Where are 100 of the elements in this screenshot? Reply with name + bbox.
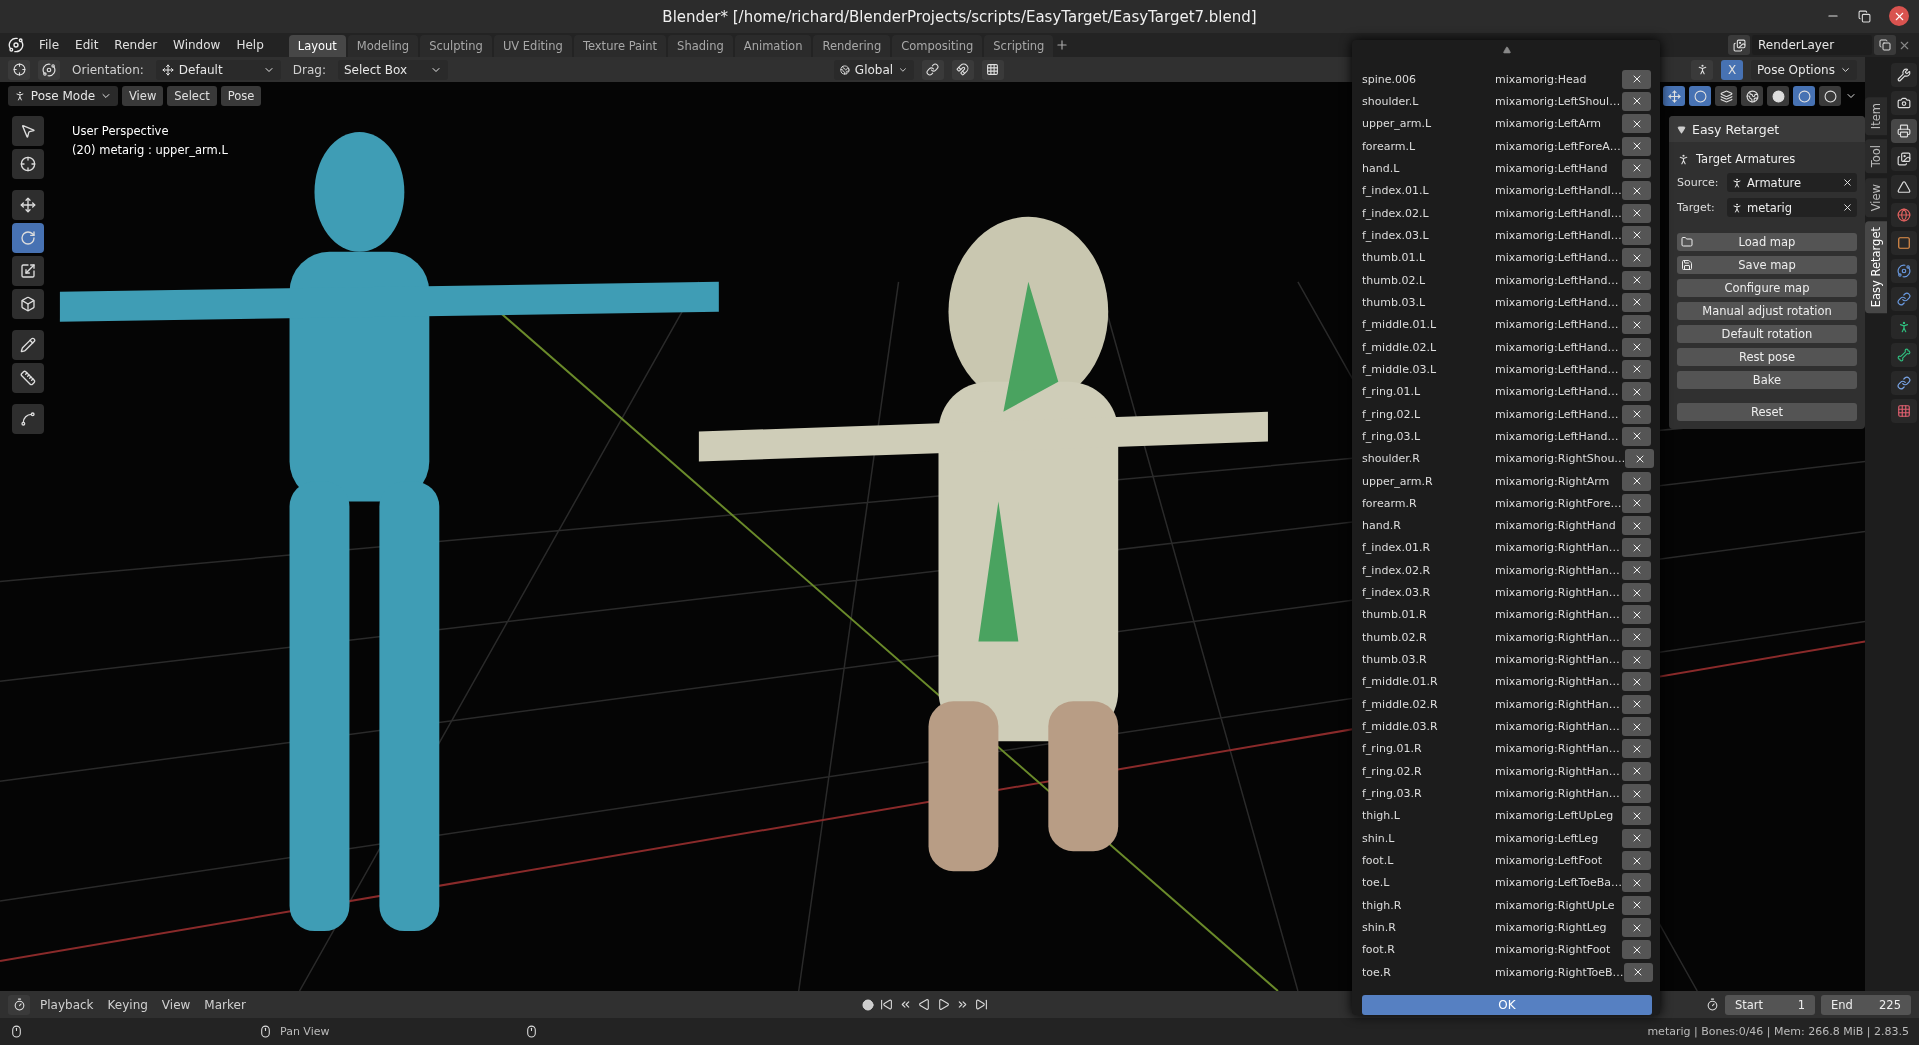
snap-button[interactable]: [952, 59, 974, 80]
properties-tab[interactable]: [1891, 343, 1917, 367]
remove-button[interactable]: [1622, 404, 1651, 424]
tool-button[interactable]: [12, 363, 44, 393]
remove-button[interactable]: [1622, 136, 1651, 156]
remove-button[interactable]: [1622, 784, 1651, 804]
workspace-tab[interactable]: UV Editing: [493, 35, 572, 57]
remove-button[interactable]: [1622, 292, 1651, 312]
mirror-button[interactable]: [1691, 59, 1713, 80]
remove-button[interactable]: [1622, 158, 1651, 178]
panel-button[interactable]: Reset: [1677, 403, 1857, 421]
restore-icon[interactable]: [1858, 9, 1871, 23]
xray-toggle[interactable]: [1715, 86, 1737, 106]
remove-button[interactable]: [1622, 560, 1651, 580]
armature-field[interactable]: Armature: [1727, 173, 1857, 192]
workspace-tab[interactable]: Animation: [734, 35, 812, 57]
jump-start-icon[interactable]: [879, 998, 893, 1011]
properties-tab[interactable]: [1891, 315, 1917, 339]
scroll-up-icon[interactable]: [1503, 46, 1511, 54]
mode-dropdown[interactable]: Pose Mode: [8, 86, 118, 106]
app-logo-icon[interactable]: [8, 37, 24, 53]
remove-button[interactable]: [1622, 605, 1651, 625]
properties-tab[interactable]: [1891, 147, 1917, 171]
orbit-button[interactable]: [38, 59, 60, 80]
clock-icon[interactable]: [1706, 998, 1719, 1011]
tool-button[interactable]: [8, 59, 30, 80]
workspace-tab[interactable]: Shading: [668, 35, 733, 57]
menu-item[interactable]: File: [32, 38, 67, 52]
remove-button[interactable]: [1622, 315, 1651, 335]
shading-button[interactable]: [1793, 86, 1815, 106]
remove-button[interactable]: [1622, 382, 1651, 402]
remove-button[interactable]: [1622, 717, 1651, 737]
add-icon[interactable]: [1055, 38, 1070, 52]
properties-tab[interactable]: [1891, 91, 1917, 115]
tool-button[interactable]: [12, 289, 44, 319]
remove-button[interactable]: [1622, 203, 1651, 223]
panel-button[interactable]: Bake: [1677, 371, 1857, 389]
remove-button[interactable]: [1622, 270, 1651, 290]
remove-button[interactable]: [1622, 359, 1651, 379]
remove-button[interactable]: [1622, 895, 1651, 915]
remove-button[interactable]: [1622, 828, 1651, 848]
remove-button[interactable]: [1622, 739, 1651, 759]
workspace-tab[interactable]: Layout: [288, 35, 346, 57]
remove-button[interactable]: [1622, 538, 1651, 558]
view-layer-field[interactable]: RenderLayer: [1752, 35, 1872, 55]
orientation-dropdown[interactable]: Default: [155, 59, 281, 80]
shading-button[interactable]: [1741, 86, 1763, 106]
remove-button[interactable]: [1622, 918, 1651, 938]
remove-button[interactable]: [1622, 225, 1651, 245]
remove-button[interactable]: [1625, 449, 1655, 469]
remove-button[interactable]: [1622, 248, 1651, 268]
sidebar-tab[interactable]: Item: [1865, 97, 1887, 136]
workspace-tab[interactable]: Texture Paint: [573, 35, 667, 57]
remove-button[interactable]: [1622, 69, 1651, 89]
properties-tab[interactable]: [1891, 371, 1917, 395]
remove-button[interactable]: [1622, 583, 1651, 603]
remove-button[interactable]: [1622, 806, 1651, 826]
remove-button[interactable]: [1622, 761, 1651, 781]
snap-grid-button[interactable]: [982, 59, 1004, 80]
panel-header[interactable]: Easy Retarget: [1669, 116, 1865, 142]
gizmo-toggle[interactable]: [1663, 86, 1685, 106]
remove-button[interactable]: [1622, 181, 1651, 201]
drag-dropdown[interactable]: Select Box: [338, 59, 448, 80]
sidebar-tab[interactable]: Easy Retarget: [1865, 220, 1887, 314]
workspace-tab[interactable]: Compositing: [892, 35, 983, 57]
panel-button[interactable]: Rest pose: [1677, 348, 1857, 366]
properties-tab[interactable]: [1891, 287, 1917, 311]
timeline-menu[interactable]: Keying: [103, 997, 152, 1012]
panel-button[interactable]: Default rotation: [1677, 325, 1857, 343]
sidebar-tab[interactable]: Tool: [1865, 139, 1887, 174]
remove-button[interactable]: [1622, 851, 1651, 871]
editor-type-button[interactable]: [8, 994, 30, 1015]
end-frame-field[interactable]: End 225: [1821, 994, 1911, 1015]
remove-button[interactable]: [1622, 940, 1651, 960]
properties-tab[interactable]: [1891, 119, 1917, 143]
workspace-tab[interactable]: Scripting: [984, 35, 1054, 57]
remove-button[interactable]: [1622, 694, 1651, 714]
ok-button[interactable]: OK: [1362, 995, 1652, 1016]
remove-button[interactable]: [1622, 516, 1651, 536]
remove-button[interactable]: [1622, 337, 1651, 357]
tool-button[interactable]: [12, 149, 44, 179]
remove-button[interactable]: [1622, 426, 1651, 446]
properties-tab[interactable]: [1891, 259, 1917, 283]
menu-item[interactable]: Edit: [68, 38, 106, 52]
start-frame-field[interactable]: Start 1: [1725, 994, 1815, 1015]
remove-button[interactable]: [1622, 471, 1651, 491]
properties-tab[interactable]: [1891, 231, 1917, 255]
timeline-menu[interactable]: Marker: [200, 997, 250, 1012]
jump-end-icon[interactable]: [974, 998, 988, 1011]
x-mirror-toggle[interactable]: X: [1721, 59, 1743, 80]
record-icon[interactable]: [861, 998, 874, 1011]
tool-button[interactable]: [12, 190, 44, 220]
menu-item[interactable]: Window: [166, 38, 228, 52]
properties-tab[interactable]: [1891, 63, 1917, 87]
menu-item[interactable]: Help: [229, 38, 271, 52]
remove-button[interactable]: [1622, 650, 1651, 670]
remove-button[interactable]: [1622, 873, 1652, 893]
properties-tab[interactable]: [1891, 175, 1917, 199]
timeline-menu[interactable]: View: [157, 997, 195, 1012]
viewport-menu[interactable]: View: [122, 86, 164, 106]
